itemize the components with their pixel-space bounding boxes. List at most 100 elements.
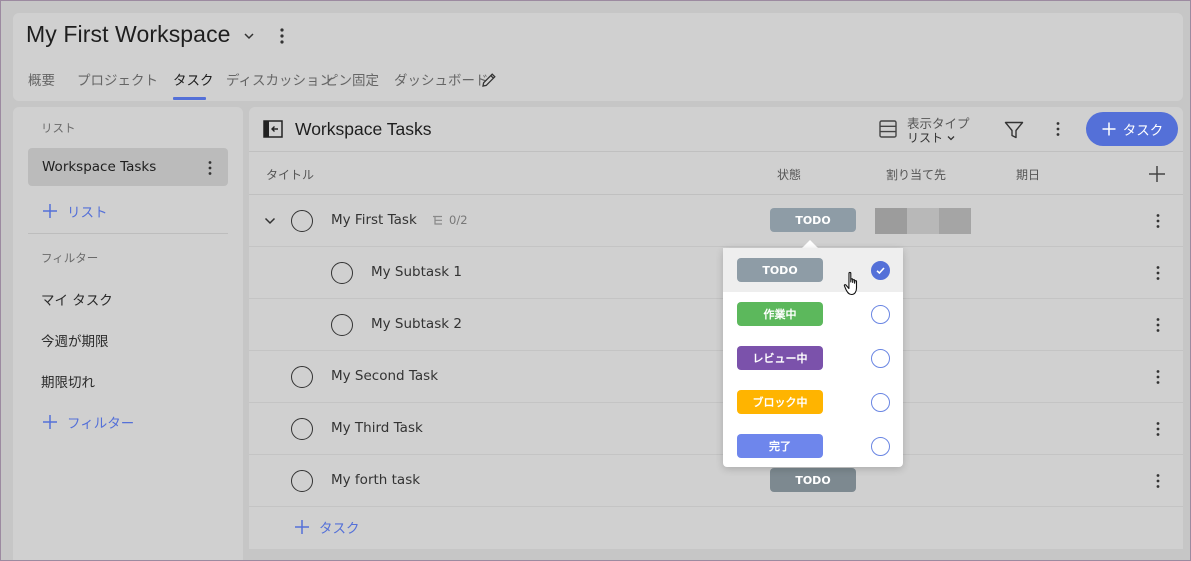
status-option-radio[interactable] xyxy=(871,305,890,324)
task-title[interactable]: My forth task xyxy=(331,472,420,488)
more-vertical-icon[interactable] xyxy=(1154,421,1162,437)
task-title[interactable]: My First Task xyxy=(331,212,417,228)
view-type-select[interactable]: リスト xyxy=(907,129,956,146)
assignee-avatars[interactable] xyxy=(875,208,971,234)
tab-projects[interactable]: プロジェクト xyxy=(77,69,158,89)
task-panel: Workspace Tasks 表示タイプ リスト タスク タイトル 状態 割り… xyxy=(249,107,1183,560)
more-vertical-icon[interactable] xyxy=(1154,473,1162,489)
tab-discussion[interactable]: ディスカッション xyxy=(226,69,333,89)
chevron-down-icon[interactable] xyxy=(242,29,256,43)
sidebar: リスト Workspace Tasks リスト フィルター マイ タスク 今週が… xyxy=(13,107,243,560)
chevron-down-icon xyxy=(947,135,955,140)
sidebar-filter-my-tasks[interactable]: マイ タスク xyxy=(41,289,113,309)
status-option-radio[interactable] xyxy=(871,393,890,412)
avatar xyxy=(875,208,907,234)
task-complete-checkbox[interactable] xyxy=(331,314,353,336)
tab-dashboard[interactable]: ダッシュボード xyxy=(394,69,489,89)
status-option-radio-checked[interactable] xyxy=(871,261,890,280)
active-tab-indicator xyxy=(173,97,206,100)
task-complete-checkbox[interactable] xyxy=(291,366,313,388)
hand-cursor-icon xyxy=(843,271,858,296)
add-task-row-label: タスク xyxy=(319,521,360,537)
task-complete-checkbox[interactable] xyxy=(331,262,353,284)
tab-pinned[interactable]: ピン固定 xyxy=(325,69,379,89)
add-list-label: リスト xyxy=(67,205,108,221)
status-option-pill: 完了 xyxy=(737,434,823,458)
subtask-icon xyxy=(433,215,442,225)
task-title[interactable]: My Subtask 2 xyxy=(371,316,462,332)
status-badge[interactable]: TODO xyxy=(770,468,856,492)
task-complete-checkbox[interactable] xyxy=(291,418,313,440)
table-header: タイトル 状態 割り当て先 期日 xyxy=(249,151,1183,195)
plus-icon xyxy=(43,415,57,429)
task-title[interactable]: My Subtask 1 xyxy=(371,264,462,280)
add-filter-button[interactable]: フィルター xyxy=(41,412,134,432)
add-task-row-button[interactable]: タスク xyxy=(293,517,360,537)
status-option-pill: 作業中 xyxy=(737,302,823,326)
list-view-icon[interactable] xyxy=(878,119,898,139)
tab-overview[interactable]: 概要 xyxy=(28,69,55,89)
table-row[interactable]: My First Task 0/2 TODO xyxy=(249,195,1183,247)
more-vertical-icon[interactable] xyxy=(1154,265,1162,281)
column-title[interactable]: タイトル xyxy=(266,166,314,183)
tab-tasks[interactable]: タスク xyxy=(173,69,214,89)
collapse-sidebar-icon[interactable] xyxy=(263,120,283,138)
sidebar-item-label: Workspace Tasks xyxy=(42,159,157,175)
add-list-button[interactable]: リスト xyxy=(41,201,108,221)
sidebar-filter-due-this-week[interactable]: 今週が期限 xyxy=(41,330,109,350)
column-status[interactable]: 状態 xyxy=(777,166,801,183)
table-row[interactable]: My Subtask 1 xyxy=(249,247,1183,299)
sidebar-divider xyxy=(28,233,228,234)
app-frame: My First Workspace 概要 プロジェクト タスク ディスカッショ… xyxy=(0,0,1191,561)
status-badge[interactable]: TODO xyxy=(770,208,856,232)
plus-icon xyxy=(1102,122,1116,136)
status-option-radio[interactable] xyxy=(871,437,890,456)
status-option-done[interactable]: 完了 xyxy=(723,424,903,468)
status-option-in-review[interactable]: レビュー中 xyxy=(723,336,903,380)
avatar xyxy=(907,208,939,234)
status-option-pill: TODO xyxy=(737,258,823,282)
table-footer xyxy=(249,549,1183,560)
plus-icon xyxy=(43,204,57,218)
workspace-title[interactable]: My First Workspace xyxy=(26,21,231,48)
task-complete-checkbox[interactable] xyxy=(291,210,313,232)
sidebar-filter-overdue[interactable]: 期限切れ xyxy=(41,371,95,391)
table-row[interactable]: My Third Task xyxy=(249,403,1183,455)
column-assignee[interactable]: 割り当て先 xyxy=(886,166,946,183)
workspace-header: My First Workspace 概要 プロジェクト タスク ディスカッショ… xyxy=(13,13,1183,101)
status-option-in-progress[interactable]: 作業中 xyxy=(723,292,903,336)
table-row[interactable]: My Second Task xyxy=(249,351,1183,403)
status-option-radio[interactable] xyxy=(871,349,890,368)
task-complete-checkbox[interactable] xyxy=(291,470,313,492)
add-task-button[interactable]: タスク xyxy=(1086,112,1178,146)
table-row[interactable]: My Subtask 2 xyxy=(249,299,1183,351)
sidebar-item-workspace-tasks[interactable]: Workspace Tasks xyxy=(28,148,228,186)
status-option-todo[interactable]: TODO xyxy=(723,248,903,292)
more-vertical-icon[interactable] xyxy=(1054,121,1062,137)
more-vertical-icon[interactable] xyxy=(206,160,214,176)
pencil-icon[interactable] xyxy=(480,71,498,89)
column-due[interactable]: 期日 xyxy=(1016,166,1040,183)
status-option-pill: ブロック中 xyxy=(737,390,823,414)
task-title[interactable]: My Third Task xyxy=(331,420,423,436)
table-row[interactable]: My forth task TODO xyxy=(249,455,1183,507)
list-title: Workspace Tasks xyxy=(295,119,432,139)
more-vertical-icon[interactable] xyxy=(277,27,287,45)
more-vertical-icon[interactable] xyxy=(1154,317,1162,333)
filter-section-label: フィルター xyxy=(41,251,99,265)
status-option-pill: レビュー中 xyxy=(737,346,823,370)
chevron-down-icon[interactable] xyxy=(263,214,277,228)
check-icon xyxy=(876,267,885,275)
task-title[interactable]: My Second Task xyxy=(331,368,438,384)
add-column-icon[interactable] xyxy=(1147,164,1167,184)
list-section-label: リスト xyxy=(41,121,76,135)
add-filter-label: フィルター xyxy=(67,416,135,432)
plus-icon xyxy=(295,520,309,534)
filter-icon[interactable] xyxy=(1003,119,1025,141)
status-option-blocked[interactable]: ブロック中 xyxy=(723,380,903,424)
add-task-button-label: タスク xyxy=(1122,123,1164,139)
view-type-value: リスト xyxy=(907,131,944,145)
more-vertical-icon[interactable] xyxy=(1154,369,1162,385)
avatar xyxy=(939,208,971,234)
more-vertical-icon[interactable] xyxy=(1154,213,1162,229)
